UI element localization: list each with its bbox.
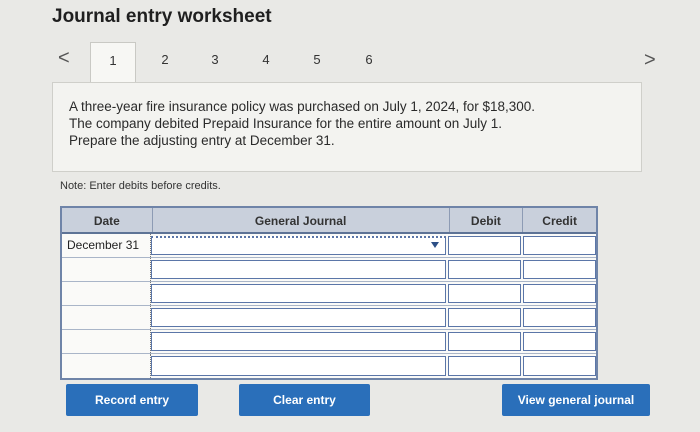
journal-row: [62, 258, 596, 282]
clear-entry-button[interactable]: Clear entry: [239, 384, 370, 416]
question-line-1: A three-year fire insurance policy was p…: [69, 99, 536, 114]
tab-4[interactable]: 4: [243, 42, 289, 78]
header-general-journal: General Journal: [151, 208, 449, 232]
journal-table: Date General Journal Debit Credit Decemb…: [60, 206, 598, 380]
dropdown-arrow-icon[interactable]: [430, 242, 439, 248]
credit-input[interactable]: [522, 284, 596, 303]
header-debit: Debit: [448, 208, 523, 232]
record-entry-button[interactable]: Record entry: [66, 384, 198, 416]
account-select[interactable]: [151, 308, 446, 327]
journal-row: December 31: [62, 234, 596, 258]
tab-2[interactable]: 2: [142, 42, 188, 78]
tab-5[interactable]: 5: [294, 42, 340, 78]
date-select[interactable]: [62, 282, 152, 305]
date-select[interactable]: [62, 330, 152, 353]
date-select[interactable]: December 31: [62, 234, 152, 257]
account-select[interactable]: [151, 260, 446, 279]
credit-input[interactable]: [522, 308, 596, 327]
question-box: A three-year fire insurance policy was p…: [52, 82, 642, 172]
credit-input[interactable]: [522, 356, 596, 376]
next-arrow-icon[interactable]: >: [644, 50, 656, 70]
page-title: Journal entry worksheet: [52, 6, 272, 27]
date-select[interactable]: [62, 354, 152, 378]
debit-input[interactable]: [447, 308, 521, 327]
journal-row: [62, 282, 596, 306]
journal-row: [62, 354, 596, 378]
account-select[interactable]: [151, 236, 446, 255]
tab-6[interactable]: 6: [346, 42, 392, 78]
header-credit: Credit: [522, 208, 596, 232]
journal-row: [62, 330, 596, 354]
account-select[interactable]: [151, 332, 446, 351]
account-select[interactable]: [151, 356, 446, 376]
step-tabs: < 1 2 3 4 5 6 >: [52, 42, 692, 82]
debit-input[interactable]: [447, 260, 521, 279]
account-select[interactable]: [151, 284, 446, 303]
credit-input[interactable]: [522, 332, 596, 351]
credit-input[interactable]: [522, 236, 596, 255]
debit-input[interactable]: [447, 332, 521, 351]
header-date: Date: [93, 214, 120, 228]
note-text: Note: Enter debits before credits.: [60, 180, 221, 192]
debit-input[interactable]: [447, 356, 521, 376]
debit-input[interactable]: [447, 236, 521, 255]
date-select[interactable]: [62, 258, 152, 281]
tab-3[interactable]: 3: [192, 42, 238, 78]
date-select[interactable]: [62, 306, 152, 329]
question-line-3: Prepare the adjusting entry at December …: [69, 133, 335, 148]
question-line-2: The company debited Prepaid Insurance fo…: [69, 116, 503, 131]
journal-row: [62, 306, 596, 330]
previous-arrow-icon[interactable]: <: [58, 48, 70, 68]
journal-header: Date General Journal Debit Credit: [62, 208, 596, 234]
debit-input[interactable]: [447, 284, 521, 303]
credit-input[interactable]: [522, 260, 596, 279]
tab-1[interactable]: 1: [90, 42, 136, 82]
view-general-journal-button[interactable]: View general journal: [502, 384, 650, 416]
